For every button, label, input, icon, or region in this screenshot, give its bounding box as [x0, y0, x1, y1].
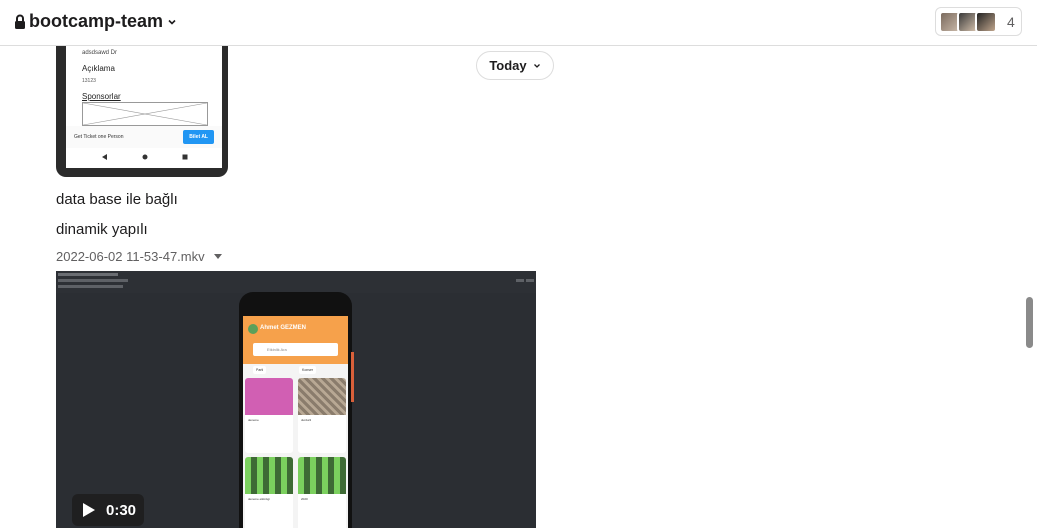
member-count: 4 — [1007, 13, 1015, 30]
buy-ticket-button: Bilet AL — [183, 130, 214, 144]
app-screen: Ahmet GEZMEN Etkinlik Ara Parti Konser d… — [243, 316, 348, 528]
ticket-bar: Get Ticket one Person Bilet AL — [66, 126, 222, 148]
channel-name-button[interactable]: bootcamp-team — [14, 11, 177, 32]
lock-icon — [15, 14, 25, 29]
app-header: Ahmet GEZMEN Etkinlik Ara — [243, 316, 348, 364]
back-icon — [102, 154, 107, 160]
event-card-title: 2020 — [301, 497, 308, 501]
event-card-title: deneme — [248, 418, 259, 422]
message-list[interactable]: adsdsawd Dr Açıklama 13123 Sponsorlar Ge… — [0, 46, 1037, 528]
video-attachment[interactable]: Ahmet GEZMEN Etkinlik Ara Parti Konser d… — [56, 271, 536, 528]
chevron-down-icon — [168, 19, 176, 25]
phone-side-button — [351, 352, 354, 402]
search-field: Etkinlik Ara — [253, 343, 338, 356]
label-sponsorlar: Sponsorlar — [82, 92, 121, 101]
message-text: data base ile bağlı — [56, 191, 178, 208]
recents-icon — [182, 154, 188, 160]
sponsor-image-placeholder — [82, 102, 208, 126]
video-duration: 0:30 — [106, 501, 137, 519]
chevron-down-icon — [533, 63, 540, 68]
file-name-toggle[interactable]: 2022-06-02 11-53-47.mkv — [56, 249, 222, 264]
home-icon — [142, 154, 148, 160]
android-nav-bar — [66, 148, 222, 168]
category-chip: Konser — [299, 366, 317, 374]
phone-screen: adsdsawd Dr Açıklama 13123 Sponsorlar Ge… — [66, 46, 222, 148]
id-value: adsdsawd Dr — [82, 50, 118, 56]
event-card: 2020 — [298, 457, 346, 528]
event-card-title: durdurtl — [301, 418, 312, 422]
file-name: 2022-06-02 11-53-47.mkv — [56, 249, 205, 264]
emulator-toolbar — [56, 271, 536, 293]
avatar — [975, 10, 997, 33]
category-chip: Parti — [253, 366, 267, 374]
emulator-phone: Ahmet GEZMEN Etkinlik Ara Parti Konser d… — [239, 292, 354, 528]
event-card-title: deneme etkinlıgi — [248, 497, 270, 501]
label-aciklama: Açıklama — [82, 64, 115, 73]
message-text: dinamik yapılı — [56, 221, 148, 238]
members-button[interactable]: 4 — [935, 7, 1022, 36]
play-button[interactable]: 0:30 — [72, 494, 144, 526]
image-attachment[interactable]: adsdsawd Dr Açıklama 13123 Sponsorlar Ge… — [56, 46, 228, 177]
app-user-name: Ahmet GEZMEN — [260, 325, 307, 331]
event-card: deneme etkinlıgi — [245, 457, 293, 528]
scrollbar-thumb[interactable] — [1026, 297, 1033, 348]
ticket-text: Get Ticket one Person — [74, 134, 124, 140]
placeholder-cross-icon — [82, 102, 208, 126]
date-divider-button[interactable]: Today — [476, 51, 554, 80]
channel-header: bootcamp-team 4 — [0, 0, 1037, 46]
caret-down-icon — [213, 253, 222, 259]
channel-title: bootcamp-team — [29, 11, 164, 31]
event-card: durdurtl — [298, 378, 346, 453]
avatar-icon — [248, 324, 258, 334]
event-card: deneme — [245, 378, 293, 453]
aciklama-value: 13123 — [82, 78, 96, 84]
play-icon — [83, 503, 95, 517]
date-divider-label: Today — [489, 58, 527, 73]
